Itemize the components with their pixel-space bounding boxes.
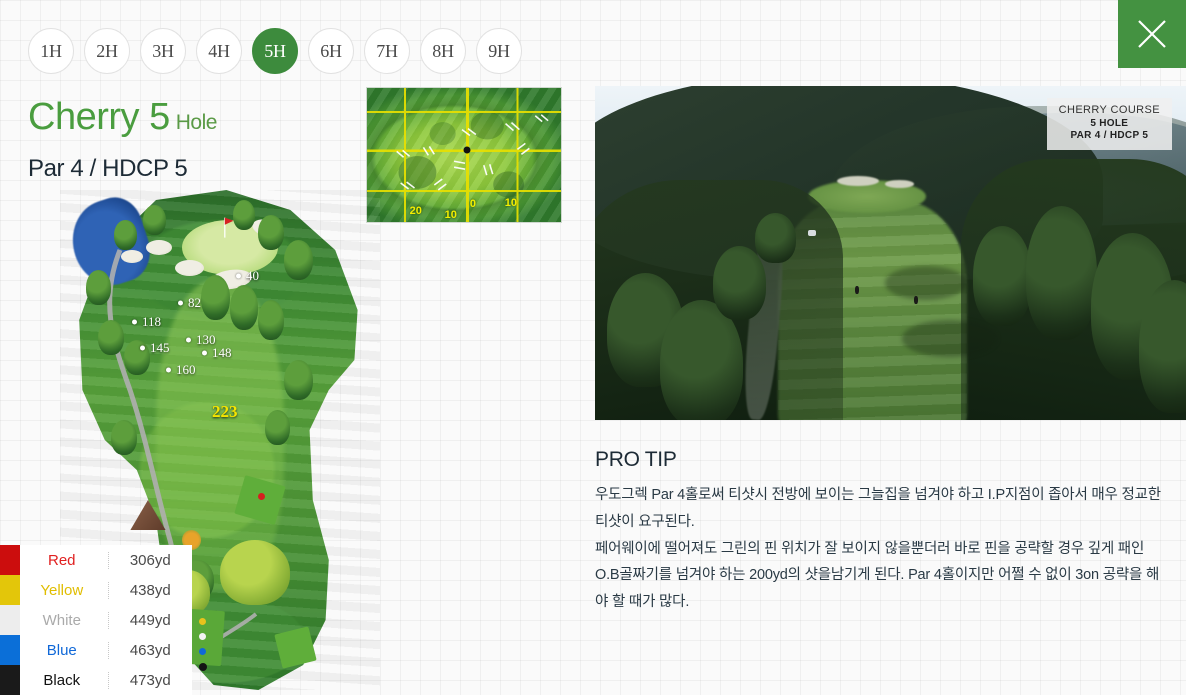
tree [124,340,150,375]
tee-distance: 306yd [129,551,171,569]
hole-tab-7h[interactable]: 7H [364,28,410,74]
tree [258,300,284,340]
photo-tree [754,212,796,263]
tee-marker-yellow [199,617,207,625]
hole-tab-list: 1H 2H 3H 4H 5H 6H 7H 8H 9H [28,28,522,74]
tee-color-swatch-white [0,605,20,635]
pin-position-marker [463,146,471,154]
tee-distance: 438yd [129,581,171,599]
photo-tree [1026,206,1098,340]
tee-marker-white [199,632,207,640]
tee-marker-black [199,662,208,671]
hole-title-text: Cherry 5 [28,96,170,138]
hole-tab-5h[interactable]: 5H [252,28,298,74]
photo-course-label: CHERRY COURSE 5 HOLE PAR 4 / HDCP 5 [1046,98,1172,150]
tree [229,285,259,330]
green-grid-label-20: 20 [409,204,422,217]
table-row: Yellow 438yd [0,575,192,605]
hole-tab-1h[interactable]: 1H [28,28,74,74]
hole-distance-label: 223 [212,402,238,421]
photo-bunker [884,179,915,188]
tee-color-swatch-black [0,665,20,695]
tee-name: Yellow [20,581,109,599]
photo-label-course: CHERRY COURSE [1058,104,1160,116]
yardage-marker: 40 [246,268,259,283]
table-row: Blue 463yd [0,635,192,665]
tree [284,360,313,400]
hole-tab-8h[interactable]: 8H [420,28,466,74]
slope-arrows-icon [396,114,549,191]
tree [98,320,124,355]
tree [200,275,230,320]
green-grid-label-0: 0 [469,197,476,210]
green-contour-map[interactable]: 20 10 0 10 [366,87,562,223]
hole-tab-4h[interactable]: 4H [196,28,242,74]
tree [264,410,291,445]
tree [258,215,284,250]
tee-distance: 473yd [129,671,171,689]
close-icon [1138,20,1166,48]
photo-tree [713,246,767,320]
yardage-marker: 160 [176,362,196,377]
pro-tip-body: 우도그렉 Par 4홀로써 티샷시 전방에 보이는 그늘집을 넘겨야 하고 I.… [595,482,1165,616]
tee-marker-red [258,492,266,500]
photo-tree-shadow [884,266,968,300]
green-grid-label-10-r: 10 [504,196,517,209]
tee-distance-table: Red 306yd Yellow 438yd White 449yd Blue … [0,545,192,695]
tee-color-swatch-blue [0,635,20,665]
tee-color-swatch-yellow [0,575,20,605]
tee-marker-blue [199,647,207,655]
tree [114,220,137,250]
tee-name: Black [20,671,109,689]
hole-title-suffix: Hole [175,111,218,134]
tree [232,200,256,230]
photo-golfer [855,286,860,295]
table-row: Red 306yd [0,545,192,575]
yardage-marker: 148 [212,345,232,360]
yardage-marker: 82 [188,295,201,310]
pro-tip-paragraph: 우도그렉 Par 4홀로써 티샷시 전방에 보이는 그늘집을 넘겨야 하고 I.… [595,487,1161,530]
tree [284,240,313,280]
yardage-marker: 145 [150,340,170,355]
tree [85,270,112,305]
tee-name: Red [20,551,109,569]
tee-color-swatch-red [0,545,20,575]
close-button[interactable] [1118,0,1186,68]
photo-label-par: PAR 4 / HDCP 5 [1070,130,1149,142]
table-row: Black 473yd [0,665,192,695]
hole-tab-6h[interactable]: 6H [308,28,354,74]
tee-name: Blue [20,641,109,659]
tee-name: White [20,611,109,629]
tree-cluster [220,540,291,605]
hole-par-hdcp: Par 4 / HDCP 5 [28,155,188,182]
yardage-marker: 118 [142,314,162,329]
left-panel: Cherry 5 Hole Par 4 / HDCP 5 20 10 0 10 … [0,0,580,695]
page-title: Cherry 5 Hole [28,96,217,139]
photo-cart [807,229,816,236]
tree [111,420,137,455]
hole-aerial-photo[interactable]: CHERRY COURSE 5 HOLE PAR 4 / HDCP 5 [595,86,1186,420]
hole-tab-2h[interactable]: 2H [84,28,130,74]
photo-tree [973,226,1033,327]
hole-tab-3h[interactable]: 3H [140,28,186,74]
tee-distance: 463yd [129,641,171,659]
table-row: White 449yd [0,605,192,635]
photo-tree-shadow [902,319,997,357]
hole-tab-9h[interactable]: 9H [476,28,522,74]
green-grid-label-10-l: 10 [444,208,457,221]
photo-label-hole: 5 HOLE [1090,117,1129,129]
pro-tip-paragraph: 페어웨이에 떨어져도 그린의 핀 위치가 잘 보이지 않을뿐더러 바로 핀을 공… [595,540,1160,611]
tee-distance: 449yd [129,611,171,629]
tree [143,205,166,235]
pro-tip-heading: PRO TIP [595,448,677,471]
